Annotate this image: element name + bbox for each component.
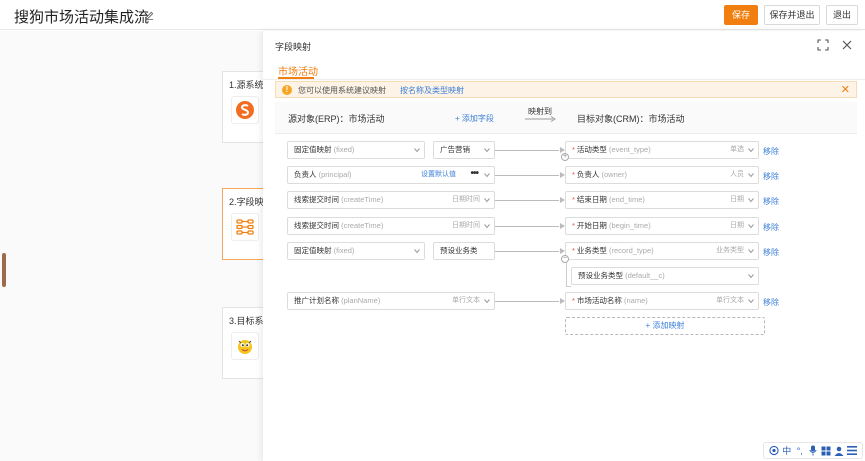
source-field-select[interactable]: 固定值映射 (fixed) bbox=[287, 242, 425, 260]
target-field-select[interactable]: * 市场活动名称 (name) 单行文本 bbox=[565, 292, 759, 310]
flow-node-target[interactable]: 3.目标系统 bbox=[222, 307, 273, 379]
source-field-select[interactable]: 线索提交时间 (createTime) 日期时间 bbox=[287, 191, 495, 209]
tab-marketing-event[interactable]: 市场活动 bbox=[278, 63, 318, 78]
chevron-down-icon bbox=[484, 224, 490, 229]
save-exit-button[interactable]: 保存并退出 bbox=[764, 5, 820, 25]
microphone-icon[interactable] bbox=[808, 445, 818, 457]
mapping-line bbox=[495, 301, 559, 302]
ime-logo-icon[interactable] bbox=[768, 445, 779, 457]
remove-button[interactable]: 移除 bbox=[763, 196, 779, 207]
more-icon[interactable]: ••• bbox=[470, 167, 478, 182]
map-by-name-type-link[interactable]: 按名称及类型映射 bbox=[400, 85, 464, 96]
mapping-line bbox=[495, 226, 559, 227]
map-arrow-icon bbox=[525, 116, 556, 122]
menu-icon[interactable] bbox=[847, 445, 858, 457]
chevron-down-icon bbox=[748, 299, 754, 304]
fullscreen-icon[interactable] bbox=[817, 39, 829, 51]
exit-button[interactable]: 退出 bbox=[826, 5, 858, 25]
target-field-select[interactable]: * 活动类型 (event_type) 单选 bbox=[565, 141, 759, 159]
source-field-select[interactable]: 线索提交时间 (createTime) 日期时间 bbox=[287, 217, 495, 235]
add-mapping-button[interactable]: + 添加映射 bbox=[565, 317, 765, 335]
mapping-line bbox=[495, 251, 559, 252]
chevron-down-icon bbox=[484, 173, 490, 178]
grid-icon[interactable] bbox=[821, 445, 831, 457]
page-title: 搜狗市场活动集成流 bbox=[14, 9, 150, 26]
crm-mascot-icon bbox=[231, 332, 259, 360]
chevron-down-icon bbox=[748, 148, 754, 153]
top-bar: 搜狗市场活动集成流 保存 保存并退出 退出 bbox=[0, 0, 865, 30]
target-field-select[interactable]: * 结束日期 (end_time) 日期 bbox=[565, 191, 759, 209]
remove-button[interactable]: 移除 bbox=[763, 146, 779, 157]
mapping-line bbox=[495, 200, 559, 201]
close-icon[interactable] bbox=[841, 39, 853, 51]
set-default-link[interactable]: 设置默认值 bbox=[421, 167, 456, 183]
chevron-down-icon bbox=[414, 148, 420, 153]
source-field-select[interactable]: 负责人 (principal) 设置默认值 ••• bbox=[287, 166, 495, 184]
chevron-down-icon bbox=[748, 173, 754, 178]
sub-field-select[interactable]: 预设业务类型 (default__c) bbox=[571, 267, 759, 285]
mapping-line bbox=[495, 175, 559, 176]
chevron-down-icon bbox=[484, 198, 490, 203]
mapping-line bbox=[495, 150, 559, 151]
drag-handle[interactable] bbox=[2, 253, 6, 287]
target-object-label: 目标对象(CRM)：市场活动 bbox=[577, 114, 685, 124]
chevron-down-icon bbox=[484, 299, 490, 304]
mapping-header: 源对象(ERP)：市场活动 + 添加字段 映射到 目标对象(CRM)：市场活动 bbox=[275, 102, 857, 134]
chevron-down-icon bbox=[484, 148, 490, 153]
drawer-title: 字段映射 bbox=[275, 42, 312, 52]
remove-button[interactable]: 移除 bbox=[763, 247, 779, 258]
fixed-value-select[interactable]: 预设业务类 bbox=[433, 242, 495, 260]
chevron-down-icon bbox=[748, 224, 754, 229]
add-field-button[interactable]: + 添加字段 bbox=[455, 113, 494, 124]
node-label: 1.源系统 bbox=[229, 80, 264, 90]
input-method-toolbar: 中 °, bbox=[763, 442, 863, 459]
sogou-logo-icon bbox=[231, 96, 259, 124]
remove-button[interactable]: 移除 bbox=[763, 222, 779, 233]
target-field-select[interactable]: * 负责人 (owner) 人员 bbox=[565, 166, 759, 184]
edit-icon[interactable] bbox=[145, 11, 154, 20]
tree-connector bbox=[566, 286, 571, 287]
save-button[interactable]: 保存 bbox=[724, 5, 758, 25]
expand-icon[interactable]: + bbox=[561, 153, 569, 161]
source-object-label: 源对象(ERP)：市场活动 bbox=[288, 114, 385, 124]
punctuation-toggle[interactable]: °, bbox=[795, 445, 805, 457]
user-icon[interactable] bbox=[834, 445, 844, 457]
field-mapping-drawer: 字段映射 市场活动 ! 您可以使用系统建议映射 按名称及类型映射 ✕ 源对象(E… bbox=[263, 31, 865, 461]
notice-close-icon[interactable]: ✕ bbox=[841, 84, 850, 96]
target-field-select[interactable]: * 业务类型 (record_type) 业务类型 bbox=[565, 242, 759, 260]
tabs-divider bbox=[263, 79, 865, 80]
chevron-down-icon bbox=[414, 249, 420, 254]
source-field-select[interactable]: 固定值映射 (fixed) bbox=[287, 141, 425, 159]
suggestion-notice: ! 您可以使用系统建议映射 按名称及类型映射 ✕ bbox=[275, 81, 857, 98]
source-field-select[interactable]: 推广计划名称 (planName) 单行文本 bbox=[287, 292, 495, 310]
remove-button[interactable]: 移除 bbox=[763, 297, 779, 308]
notice-text: 您可以使用系统建议映射 bbox=[298, 86, 386, 95]
remove-button[interactable]: 移除 bbox=[763, 171, 779, 182]
collapse-icon[interactable]: − bbox=[561, 255, 569, 263]
flow-node-mapping[interactable]: 2.字段映射 bbox=[222, 188, 273, 260]
tree-connector bbox=[566, 263, 567, 287]
fixed-value-select[interactable]: 广告营销 bbox=[433, 141, 495, 159]
chevron-down-icon bbox=[748, 274, 754, 279]
field-mapping-icon bbox=[231, 213, 259, 241]
flow-node-source[interactable]: 1.源系统 bbox=[222, 71, 264, 143]
warning-icon: ! bbox=[282, 85, 292, 95]
chevron-down-icon bbox=[748, 249, 754, 254]
chevron-down-icon bbox=[748, 198, 754, 203]
chinese-mode-toggle[interactable]: 中 bbox=[782, 445, 792, 457]
target-field-select[interactable]: * 开始日期 (begin_time) 日期 bbox=[565, 217, 759, 235]
page: 搜狗市场活动集成流 保存 保存并退出 退出 1.源系统 2.字段映射 3.目标系… bbox=[0, 0, 865, 461]
